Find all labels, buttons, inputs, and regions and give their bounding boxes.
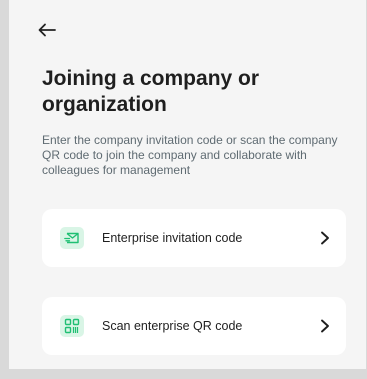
arrow-left-icon [38, 23, 56, 37]
option-label: Enterprise invitation code [102, 231, 243, 245]
chevron-right-icon [321, 231, 329, 245]
envelope-icon-badge [60, 227, 84, 249]
envelope-icon [64, 232, 79, 244]
page-title: Joining a company or organization [42, 67, 260, 116]
scan-enterprise-qr-code-option[interactable]: Scan enterprise QR code [42, 297, 346, 355]
enterprise-invitation-code-option[interactable]: Enterprise invitation code [42, 209, 346, 267]
qr-code-icon-badge [60, 315, 84, 337]
option-label: Scan enterprise QR code [102, 319, 243, 333]
join-company-screen: Joining a company or organization Enter … [9, 0, 366, 369]
qr-code-icon [64, 318, 80, 334]
chevron-right-icon [321, 319, 329, 333]
back-button[interactable] [35, 18, 59, 42]
page-description: Enter the company invitation code or sca… [42, 133, 338, 177]
